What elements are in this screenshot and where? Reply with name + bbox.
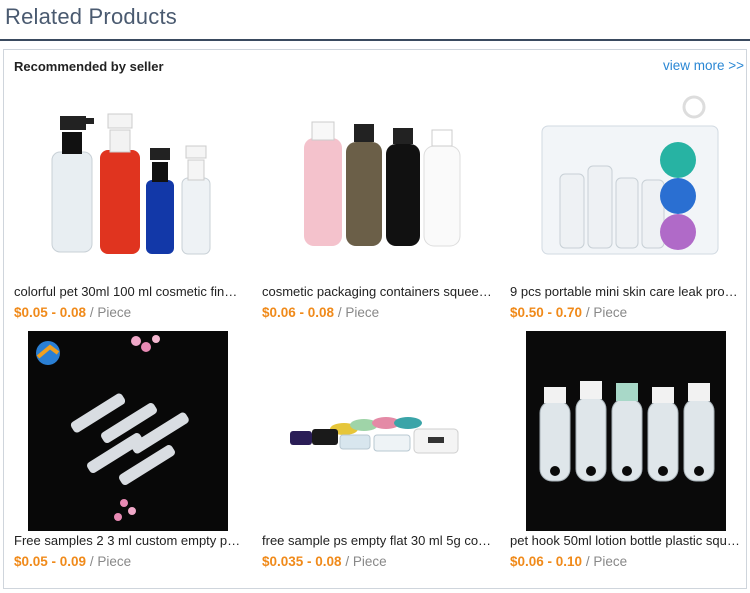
product-image[interactable] xyxy=(28,331,228,531)
view-more-link[interactable]: view more >> xyxy=(663,58,744,73)
product-card[interactable]: Free samples 2 3 ml custom empty perfume… xyxy=(14,331,252,571)
product-name[interactable]: free sample ps empty flat 30 ml 5g cosme… xyxy=(262,533,492,548)
product-price: $0.05 - 0.08 / Piece xyxy=(14,305,131,320)
product-price: $0.06 - 0.08 / Piece xyxy=(262,305,379,320)
product-card[interactable]: cosmetic packaging containers squeeze bo… xyxy=(262,82,500,322)
product-card[interactable]: pet hook 50ml lotion bottle plastic sque… xyxy=(510,331,748,571)
product-price: $0.035 - 0.08 / Piece xyxy=(262,554,387,569)
product-card[interactable]: colorful pet 30ml 100 ml cosmetic fine m… xyxy=(14,82,252,322)
product-image[interactable] xyxy=(34,82,234,282)
product-image[interactable] xyxy=(526,82,726,282)
recommended-panel: Recommended by seller view more >> color… xyxy=(3,49,747,589)
price-unit: / Piece xyxy=(89,554,132,569)
product-name[interactable]: 9 pcs portable mini skin care leak proof… xyxy=(510,284,740,299)
price-unit: / Piece xyxy=(585,554,628,569)
price-range: $0.06 - 0.08 xyxy=(262,305,335,320)
product-price: $0.05 - 0.09 / Piece xyxy=(14,554,131,569)
section-title: Related Products xyxy=(5,4,177,29)
product-name[interactable]: colorful pet 30ml 100 ml cosmetic fine m… xyxy=(14,284,244,299)
price-range: $0.50 - 0.70 xyxy=(510,305,583,320)
price-unit: / Piece xyxy=(89,305,132,320)
product-name[interactable]: pet hook 50ml lotion bottle plastic sque… xyxy=(510,533,740,548)
price-unit: / Piece xyxy=(585,305,628,320)
product-image[interactable] xyxy=(282,82,482,282)
product-name[interactable]: cosmetic packaging containers squeeze bo… xyxy=(262,284,492,299)
product-image[interactable] xyxy=(526,331,726,531)
product-card[interactable]: free sample ps empty flat 30 ml 5g cosme… xyxy=(262,331,500,571)
product-image[interactable] xyxy=(282,331,482,531)
product-price: $0.50 - 0.70 / Piece xyxy=(510,305,627,320)
price-range: $0.06 - 0.10 xyxy=(510,554,583,569)
section-header: Related Products xyxy=(0,0,750,41)
product-name[interactable]: Free samples 2 3 ml custom empty perfume… xyxy=(14,533,244,548)
product-price: $0.06 - 0.10 / Piece xyxy=(510,554,627,569)
price-unit: / Piece xyxy=(345,554,387,569)
price-range: $0.035 - 0.08 xyxy=(262,554,342,569)
price-unit: / Piece xyxy=(337,305,380,320)
product-card[interactable]: 9 pcs portable mini skin care leak proof… xyxy=(510,82,748,322)
price-range: $0.05 - 0.08 xyxy=(14,305,87,320)
price-range: $0.05 - 0.09 xyxy=(14,554,87,569)
recommended-label: Recommended by seller xyxy=(14,59,164,74)
